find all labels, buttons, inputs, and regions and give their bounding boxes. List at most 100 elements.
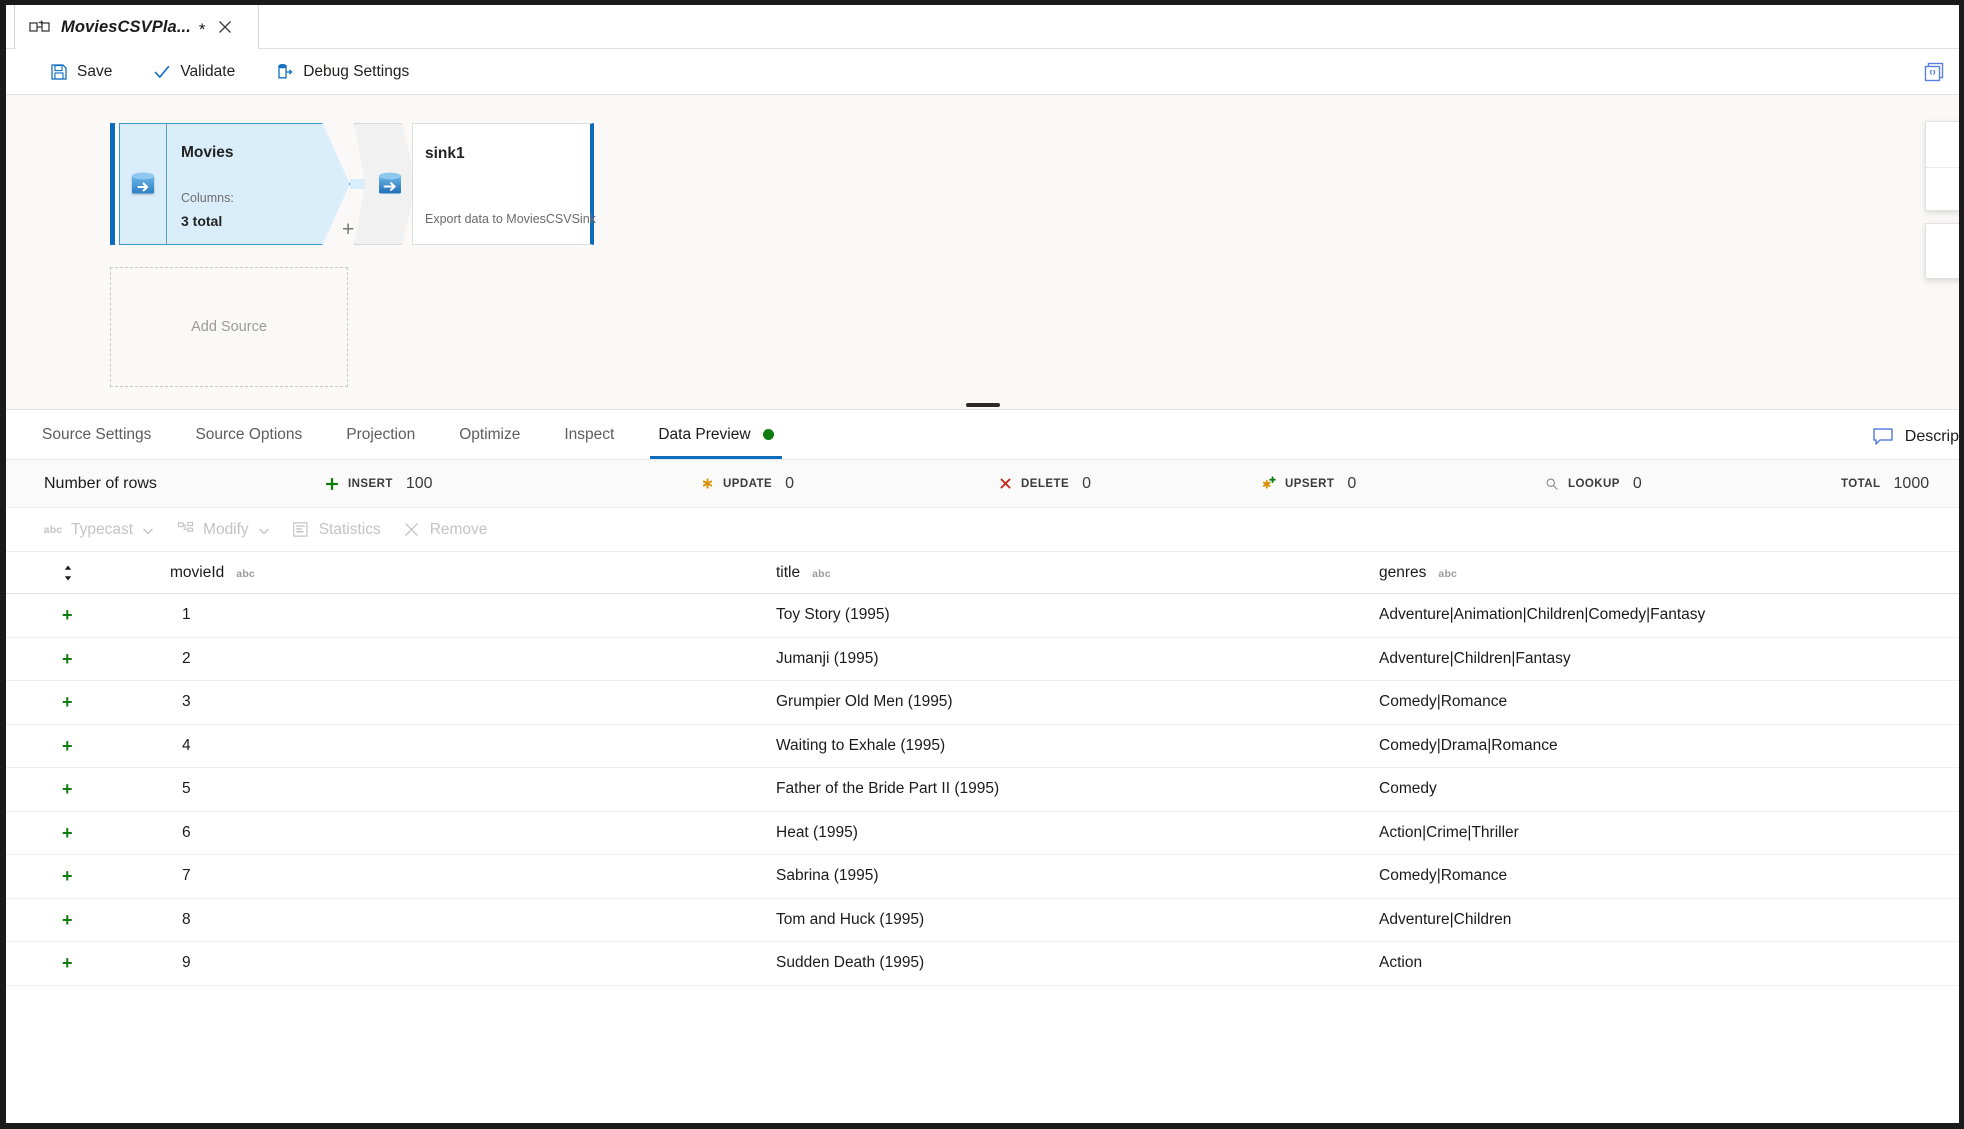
- add-branch-button[interactable]: +: [342, 219, 354, 240]
- debug-settings-icon: [275, 62, 294, 81]
- cell-title: Sabrina (1995): [776, 867, 879, 885]
- abc-icon: abc: [43, 523, 63, 536]
- tab-projection-label: Projection: [346, 425, 416, 443]
- column-header-genres[interactable]: genres abc: [1379, 564, 1457, 582]
- modify-columns-icon: [176, 521, 194, 539]
- grid-header-row: movieId abc title abc genres abc: [6, 552, 1959, 594]
- cell-title: Father of the Bride Part II (1995): [776, 780, 1000, 798]
- app-window: MoviesCSVPlayground MoviesCSVPla... *: [6, 5, 1959, 1123]
- cell-movieid: 7: [182, 867, 191, 885]
- validate-label: Validate: [180, 62, 236, 80]
- cell-genres: Comedy|Romance: [1379, 693, 1508, 711]
- sort-updown-icon[interactable]: [62, 564, 74, 582]
- node-sink1[interactable]: sink1 Export data to MoviesCSVSink: [354, 123, 596, 245]
- canvas-tool-panel-upper[interactable]: [1925, 121, 1959, 211]
- cell-title: Grumpier Old Men (1995): [776, 693, 953, 711]
- column-actions-toolbar: abc Typecast Modify Statistics Remove: [6, 508, 1959, 552]
- table-row[interactable]: + 2 Jumanji (1995) Adventure|Children|Fa…: [6, 638, 1959, 681]
- tab-data-preview[interactable]: Data Preview: [636, 410, 795, 459]
- data-flow-canvas[interactable]: Movies Columns: 3 total + sink1 Export d…: [6, 95, 1959, 409]
- stat-total-value: 1000: [1893, 474, 1930, 492]
- column-header-title[interactable]: title abc: [776, 564, 831, 582]
- data-preview-grid[interactable]: movieId abc title abc genres abc + 1 Toy…: [6, 552, 1959, 1123]
- chevron-down-icon: [258, 524, 270, 536]
- node-sink1-card: sink1 Export data to MoviesCSVSink: [412, 123, 596, 245]
- cell-genres: Action: [1379, 954, 1423, 972]
- app-window-frame: MoviesCSVPlayground MoviesCSVPla... *: [0, 0, 1964, 1129]
- code-view-button[interactable]: [1919, 58, 1949, 86]
- cell-genres: Adventure|Children|Fantasy: [1379, 649, 1571, 667]
- command-bar: Save Validate Debug Settings: [6, 49, 1959, 95]
- tab-optimize[interactable]: Optimize: [437, 410, 542, 459]
- tab-moviescsvplayground[interactable]: MoviesCSVPla... *: [14, 5, 259, 49]
- table-row[interactable]: + 9 Sudden Death (1995) Action: [6, 942, 1959, 986]
- save-label: Save: [77, 62, 113, 80]
- tab-label: MoviesCSVPla...: [61, 17, 191, 36]
- column-type-badge: abc: [1438, 567, 1458, 580]
- add-source-placeholder[interactable]: Add Source: [110, 267, 348, 387]
- tab-source-settings[interactable]: Source Settings: [20, 410, 173, 459]
- close-icon: [403, 521, 421, 539]
- data-flow-icon: [29, 18, 51, 36]
- chevron-down-icon: [142, 524, 154, 536]
- stat-lookup-value: 0: [1632, 474, 1642, 492]
- canvas-tool-panel-lower[interactable]: [1925, 223, 1959, 279]
- cell-movieid: 6: [182, 823, 191, 841]
- canvas-tool-button-2[interactable]: [1926, 167, 1959, 212]
- row-marker-icon: +: [62, 822, 73, 843]
- comment-bubble-icon: [1872, 427, 1894, 447]
- cross-icon: [997, 476, 1013, 492]
- node-movies-body: Movies Columns: 3 total: [119, 123, 350, 245]
- column-header-movieid-label: movieId: [170, 563, 225, 581]
- stat-update-label: UPDATE: [723, 477, 773, 490]
- cell-title: Heat (1995): [776, 823, 858, 841]
- stat-delete: DELETE 0: [997, 475, 1091, 493]
- node-movies-source[interactable]: Movies Columns: 3 total +: [110, 123, 354, 245]
- row-marker-icon: +: [62, 648, 73, 669]
- splitter-grip[interactable]: [965, 403, 1000, 407]
- stat-update: UPDATE 0: [699, 475, 794, 493]
- tab-projection[interactable]: Projection: [324, 410, 437, 459]
- close-icon[interactable]: [215, 17, 235, 37]
- tab-source-options[interactable]: Source Options: [173, 410, 324, 459]
- stat-total: TOTAL 1000: [1841, 475, 1929, 493]
- table-row[interactable]: + 1 Toy Story (1995) Adventure|Animation…: [6, 594, 1959, 638]
- tab-inspect[interactable]: Inspect: [542, 410, 636, 459]
- typecast-label: Typecast: [71, 520, 134, 538]
- table-row[interactable]: + 6 Heat (1995) Action|Crime|Thriller: [6, 812, 1959, 855]
- cell-title: Waiting to Exhale (1995): [776, 736, 946, 754]
- table-row[interactable]: + 8 Tom and Huck (1995) Adventure|Childr…: [6, 899, 1959, 942]
- tab-source-settings-label: Source Settings: [42, 425, 152, 443]
- tab-strip: MoviesCSVPlayground MoviesCSVPla... *: [6, 5, 1959, 69]
- validate-button[interactable]: Validate: [139, 55, 248, 89]
- cell-movieid: 1: [182, 606, 191, 624]
- cell-title: Toy Story (1995): [776, 606, 890, 624]
- canvas-tool-button-3[interactable]: [1926, 224, 1959, 269]
- column-header-movieid[interactable]: movieId abc: [170, 564, 255, 582]
- table-row[interactable]: + 7 Sabrina (1995) Comedy|Romance: [6, 855, 1959, 899]
- statistics-button[interactable]: Statistics: [292, 515, 381, 545]
- cell-title: Sudden Death (1995): [776, 954, 925, 972]
- modify-label: Modify: [203, 520, 249, 538]
- tab-source-options-label: Source Options: [195, 425, 303, 443]
- table-row[interactable]: + 5 Father of the Bride Part II (1995) C…: [6, 768, 1959, 812]
- number-of-rows-label: Number of rows: [44, 474, 157, 492]
- table-row[interactable]: + 4 Waiting to Exhale (1995) Comedy|Dram…: [6, 725, 1959, 768]
- save-button[interactable]: Save: [36, 55, 125, 89]
- row-stats-bar: Number of rows INSERT 100 UPDATE 0 DELET…: [6, 460, 1959, 508]
- tab-optimize-label: Optimize: [459, 425, 521, 443]
- debug-settings-button[interactable]: Debug Settings: [262, 55, 422, 89]
- panel-tab-bar: Source Settings Source Options Projectio…: [6, 410, 1959, 460]
- modify-button[interactable]: Modify: [176, 515, 270, 545]
- table-row[interactable]: + 3 Grumpier Old Men (1995) Comedy|Roman…: [6, 681, 1959, 725]
- asterisk-icon: [699, 476, 715, 492]
- add-source-label: Add Source: [191, 319, 267, 335]
- canvas-tool-button-1[interactable]: [1926, 122, 1959, 167]
- cell-title: Jumanji (1995): [776, 649, 879, 667]
- description-button[interactable]: Descrip: [1872, 427, 1959, 447]
- status-dot-icon: [762, 429, 774, 440]
- code-brackets-icon: [1924, 62, 1944, 82]
- typecast-button[interactable]: abc Typecast: [44, 515, 154, 545]
- remove-button[interactable]: Remove: [403, 515, 487, 545]
- cell-genres: Comedy: [1379, 780, 1437, 798]
